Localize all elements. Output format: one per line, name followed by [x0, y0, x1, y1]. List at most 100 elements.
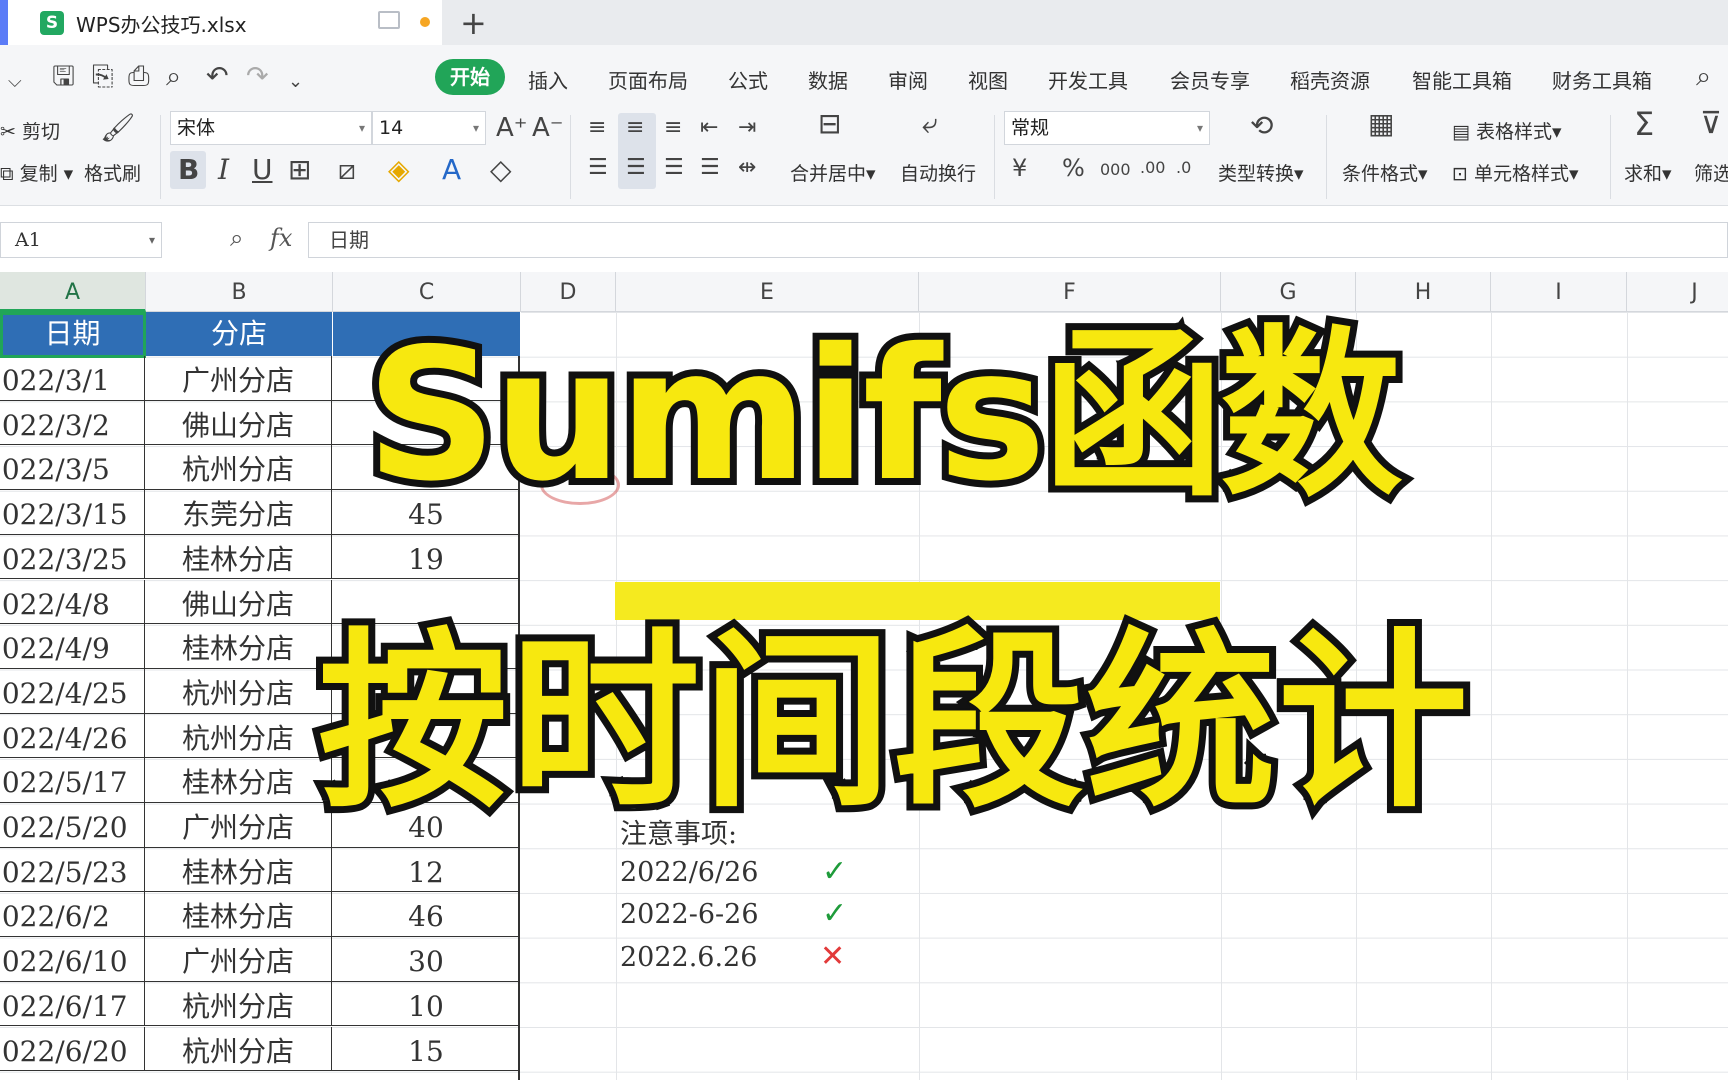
zoom-icon[interactable]: ⌕	[230, 224, 243, 252]
print-preview-icon[interactable]: ⌕	[166, 62, 181, 92]
store-cell[interactable]: 桂林分店	[145, 892, 332, 937]
wrap-text-button[interactable]: 自动换行	[900, 159, 976, 186]
store-cell[interactable]: 佛山分店	[145, 579, 332, 624]
date-cell[interactable]: 2022/6/10	[0, 937, 145, 982]
align-middle-icon[interactable]: ≡	[626, 113, 644, 143]
decrease-font-icon[interactable]: A⁻	[532, 113, 564, 143]
column-header-j[interactable]: J	[1627, 272, 1728, 312]
cell-style-button[interactable]: ⊡ 单元格样式▾	[1452, 159, 1579, 186]
sum-icon[interactable]: Σ	[1634, 108, 1654, 140]
thousands-icon[interactable]: 000	[1100, 155, 1131, 185]
store-cell[interactable]: 广州分店	[145, 937, 332, 982]
indent-decrease-icon[interactable]: ⇤	[700, 113, 718, 143]
align-bottom-icon[interactable]: ≡	[664, 113, 682, 143]
date-cell[interactable]: 2022/6/2	[0, 892, 145, 937]
store-cell[interactable]: 佛山分店	[145, 400, 332, 445]
store-cell[interactable]: 广州分店	[145, 803, 332, 847]
print-icon[interactable]: ⎙	[128, 62, 150, 92]
redo-icon[interactable]: ↷	[246, 62, 269, 92]
italic-icon[interactable]: I	[218, 155, 229, 185]
export-icon[interactable]: ⎘	[92, 62, 114, 92]
date-cell[interactable]: 2022/3/5	[0, 445, 145, 490]
date-cell[interactable]: 2022/4/26	[0, 713, 145, 758]
date-cell[interactable]: 2022/4/25	[0, 668, 145, 713]
function-icon[interactable]: fx	[270, 224, 292, 252]
sum-button[interactable]: 求和▾	[1624, 159, 1672, 186]
customize-dropdown-icon[interactable]: ⌄	[288, 67, 303, 97]
date-cell[interactable]: 2022/4/8	[0, 579, 145, 624]
conditional-format-icon[interactable]: ▦	[1368, 109, 1394, 139]
store-cell[interactable]: 桂林分店	[145, 758, 332, 803]
conditional-format-button[interactable]: 条件格式▾	[1342, 159, 1428, 186]
menu-page-layout[interactable]: 页面布局	[608, 65, 688, 94]
date-cell[interactable]: 2022/3/25	[0, 534, 145, 579]
store-cell[interactable]: 桂林分店	[145, 847, 332, 892]
store-cell[interactable]: 东莞分店	[145, 490, 332, 535]
filter-icon[interactable]: ⊽	[1700, 109, 1722, 139]
date-cell[interactable]: 2022/3/2	[0, 400, 145, 445]
header-cell-store[interactable]: 分店	[146, 312, 333, 356]
align-right-icon[interactable]: ☰	[664, 153, 684, 183]
date-cell[interactable]: 2022/3/15	[0, 490, 145, 535]
value-cell[interactable]: 10	[332, 982, 520, 1026]
menu-formulas[interactable]: 公式	[728, 65, 768, 94]
formula-input[interactable]: 日期	[308, 222, 1728, 258]
save-icon[interactable]: 🖫	[52, 62, 75, 92]
date-cell[interactable]: 2022/5/23	[0, 847, 145, 892]
store-cell[interactable]: 广州分店	[145, 356, 332, 400]
note-item-1[interactable]: 2022/6/26	[620, 857, 758, 888]
date-cell[interactable]: 2022/5/20	[0, 803, 145, 847]
name-box[interactable]: A1 ▾	[0, 222, 162, 258]
date-cell[interactable]: 2022/6/17	[0, 981, 145, 1026]
store-cell[interactable]: 杭州分店	[145, 445, 332, 490]
undo-icon[interactable]: ↶	[206, 62, 229, 92]
increase-font-icon[interactable]: A⁺	[496, 113, 528, 143]
store-cell[interactable]: 桂林分店	[145, 534, 332, 579]
store-cell[interactable]: 杭州分店	[145, 713, 332, 758]
fill-pattern-icon[interactable]: ⧄	[338, 155, 356, 185]
font-color-icon[interactable]: A	[442, 155, 461, 185]
store-cell[interactable]: 杭州分店	[145, 981, 332, 1026]
date-cell[interactable]: 2022/4/9	[0, 624, 145, 669]
align-center-icon[interactable]: ☰	[626, 153, 646, 183]
format-painter-label[interactable]: 格式刷	[84, 159, 141, 186]
menu-home[interactable]: 开始	[435, 59, 505, 95]
bold-icon[interactable]: B	[178, 155, 199, 185]
column-header-a[interactable]: A	[0, 272, 146, 312]
percent-icon[interactable]: %	[1062, 153, 1085, 183]
increase-decimal-icon[interactable]: .00	[1140, 153, 1165, 183]
menu-member[interactable]: 会员专享	[1170, 65, 1250, 94]
align-top-icon[interactable]: ≡	[588, 113, 606, 143]
underline-icon[interactable]: U	[252, 155, 273, 185]
number-format-select[interactable]: 常规 ▾	[1004, 111, 1210, 145]
value-cell[interactable]: 12	[332, 848, 520, 892]
distribute-icon[interactable]: ⇹	[738, 153, 756, 183]
font-size-select[interactable]: 14 ▾	[372, 111, 486, 145]
menu-developer[interactable]: 开发工具	[1048, 65, 1128, 94]
table-style-button[interactable]: ▤ 表格样式▾	[1452, 117, 1562, 144]
wrap-text-icon[interactable]: ⤶	[922, 109, 938, 139]
date-cell[interactable]: 2022/3/1	[0, 356, 145, 400]
menu-smart-toolbox[interactable]: 智能工具箱	[1412, 65, 1512, 94]
type-convert-button[interactable]: 类型转换▾	[1218, 159, 1304, 186]
date-cell[interactable]: 2022/5/17	[0, 758, 145, 803]
merge-center-button[interactable]: 合并居中▾	[790, 159, 876, 186]
store-cell[interactable]: 杭州分店	[145, 668, 332, 713]
type-convert-icon[interactable]: ⟲	[1250, 111, 1273, 141]
menu-data[interactable]: 数据	[808, 65, 848, 94]
document-tab[interactable]: S WPS办公技巧.xlsx	[0, 0, 442, 45]
cut-button[interactable]: ✂ 剪切	[0, 117, 60, 144]
menu-docer[interactable]: 稻壳资源	[1290, 65, 1370, 94]
filter-button[interactable]: 筛选	[1694, 159, 1728, 186]
value-cell[interactable]: 30	[332, 937, 520, 981]
date-cell[interactable]: 2022/6/20	[0, 1026, 145, 1071]
fill-color-icon[interactable]: ◈	[388, 155, 410, 185]
value-cell[interactable]: 15	[332, 1027, 520, 1071]
value-cell[interactable]: 46	[332, 892, 520, 936]
menu-finance-toolbox[interactable]: 财务工具箱	[1552, 65, 1652, 94]
note-item-2[interactable]: 2022-6-26	[620, 899, 759, 930]
column-header-i[interactable]: I	[1491, 272, 1627, 312]
store-cell[interactable]: 杭州分店	[145, 1026, 332, 1071]
column-header-b[interactable]: B	[146, 272, 333, 312]
border-icon[interactable]: ⊞	[288, 155, 311, 185]
